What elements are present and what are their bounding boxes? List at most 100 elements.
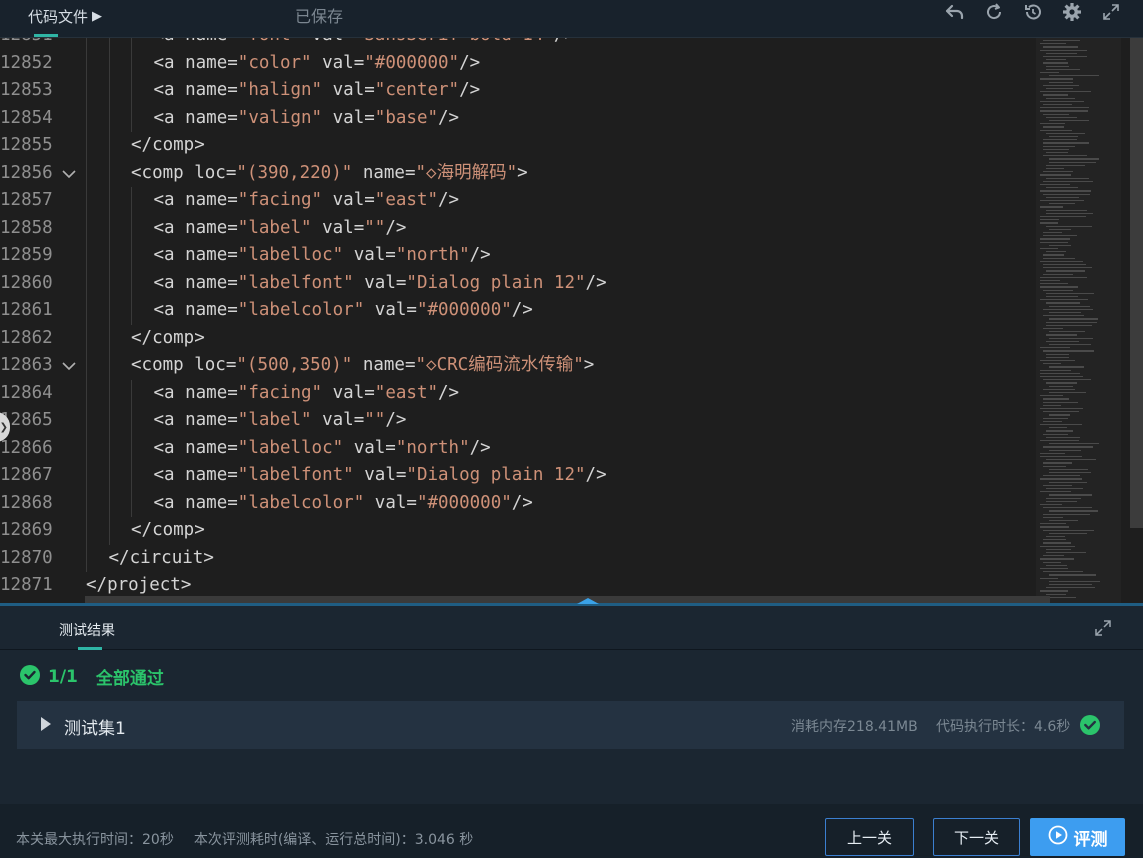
minimap-line (1049, 75, 1099, 77)
code-line[interactable]: 12862 </comp> (0, 324, 1030, 352)
minimap-line (1040, 107, 1089, 109)
refresh-icon[interactable] (984, 2, 1004, 22)
minimap-line (1046, 500, 1077, 502)
minimap-line (1040, 216, 1086, 218)
code-token: /> (469, 437, 491, 458)
minimap[interactable] (1036, 38, 1121, 604)
minimap-line (1040, 190, 1091, 192)
minimap-line (1049, 481, 1087, 483)
line-number: 12854 (0, 107, 53, 128)
minimap-line (1046, 382, 1077, 384)
code-token: /> (459, 80, 481, 100)
minimap-line (1043, 475, 1080, 477)
code-line[interactable]: 12869 </comp> (0, 517, 1030, 545)
code-token: val= (332, 107, 375, 128)
expand-icon[interactable] (1093, 618, 1113, 638)
test-set-row[interactable]: 测试集1 消耗内存218.41MB 代码执行时长：4.6秒 (17, 701, 1124, 749)
minimap-line (1049, 305, 1090, 307)
code-line[interactable]: 12853 <a name="halign" val="center"/> (0, 77, 1030, 105)
indent-guide (108, 214, 110, 242)
code-file-tab[interactable]: 代码文件 ▶ (28, 4, 102, 28)
code-line[interactable]: 12865 <a name="label" val=""/> (0, 407, 1030, 435)
code-token: loc= (194, 355, 237, 375)
gear-icon[interactable] (1062, 2, 1082, 22)
minimap-line (1046, 251, 1066, 253)
line-number: 12862 (0, 327, 53, 348)
minimap-line (1040, 523, 1066, 525)
line-number: 12871 (0, 575, 53, 595)
minimap-line (1049, 443, 1099, 445)
code-line[interactable]: 12861 <a name="labelcolor" val="#000000"/… (0, 297, 1030, 325)
code-line[interactable]: 12863 <comp loc="(500,350)" name="◇CRC编码流… (0, 352, 1030, 380)
minimap-line (1040, 424, 1082, 426)
code-token: loc= (194, 162, 237, 183)
code-token: </comp> (131, 520, 205, 540)
undo-icon[interactable] (945, 2, 965, 22)
fullscreen-icon[interactable] (1101, 2, 1121, 22)
code-line[interactable]: 12868 <a name="labelcolor" val="#000000"/… (0, 489, 1030, 517)
code-token: "labelcolor" (237, 300, 365, 320)
horizontal-scrollbar[interactable] (85, 596, 1050, 603)
minimap-line (1046, 340, 1079, 342)
minimap-line (1049, 468, 1088, 470)
code-token: val= (374, 300, 417, 320)
code-line[interactable]: 12854 <a name="valign" val="base"/> (0, 104, 1030, 132)
minimap-line (1043, 417, 1068, 419)
minimap-line (1043, 139, 1077, 141)
code-line[interactable]: 12859 <a name="labelloc" val="north"/> (0, 242, 1030, 270)
code-file-tab-label: 代码文件 (28, 7, 89, 26)
minimap-line (1043, 254, 1064, 256)
history-icon[interactable] (1023, 2, 1043, 22)
code-text: </comp> (131, 517, 205, 545)
expand-arrow-icon[interactable] (41, 717, 51, 731)
code-token: <a (153, 300, 186, 320)
line-number: 12866 (0, 437, 53, 458)
code-line[interactable]: 12866 <a name="labelloc" val="north"/> (0, 434, 1030, 462)
code-token: name= (185, 492, 238, 513)
results-tabbar: 测试结果 (0, 606, 1143, 650)
tab-test-results[interactable]: 测试结果 (59, 620, 115, 640)
code-line[interactable]: 12851 <a name="font" val="SansSerif bold … (0, 38, 1030, 50)
evaluate-button[interactable]: 评测 (1030, 818, 1125, 856)
minimap-line (1040, 219, 1059, 221)
code-line[interactable]: 12864 <a name="facing" val="east"/> (0, 379, 1030, 407)
code-line[interactable]: 12855 </comp> (0, 132, 1030, 160)
indent-guide (108, 462, 110, 490)
vertical-scrollbar-thumb[interactable] (1130, 38, 1143, 528)
minimap-line (1043, 446, 1093, 448)
indent-guide (86, 104, 87, 132)
code-token: name= (185, 190, 238, 210)
minimap-line (1046, 436, 1080, 438)
code-line[interactable]: 12870 </circuit> (0, 544, 1030, 572)
minimap-line (1049, 81, 1073, 83)
code-line[interactable]: 12856 <comp loc="(390,220)" name="◇海明解码"> (0, 159, 1030, 187)
code-token: /> (438, 382, 460, 403)
code-line[interactable]: 12858 <a name="label" val=""/> (0, 214, 1030, 242)
code-token: "(390,220)" (236, 162, 353, 183)
line-number: 12851 (0, 38, 58, 50)
minimap-line (1049, 427, 1067, 429)
code-token: name= (362, 162, 416, 183)
code-lines[interactable]: 12851<a name="font" val="SansSerif bold … (0, 38, 1030, 600)
minimap-line (1046, 225, 1092, 227)
code-line[interactable]: 12857 <a name="facing" val="east"/> (0, 187, 1030, 215)
indent-guide (131, 379, 132, 407)
code-line[interactable]: 12860 <a name="labelfont" val="Dialog pla… (0, 269, 1030, 297)
code-editor[interactable]: 12851<a name="font" val="SansSerif bold … (0, 38, 1143, 604)
minimap-line (1043, 484, 1072, 486)
code-token: "label" (237, 410, 312, 430)
minimap-line (1043, 155, 1087, 157)
prev-level-button[interactable]: 上一关 (825, 818, 914, 856)
code-token: /> (385, 217, 407, 238)
indent-guide (86, 38, 87, 50)
code-line[interactable]: 12867 <a name="labelfont" val="Dialog pla… (0, 462, 1030, 490)
next-level-button[interactable]: 下一关 (933, 818, 1020, 856)
minimap-line (1049, 344, 1091, 346)
minimap-line (1046, 430, 1073, 432)
indent-guide (131, 38, 132, 50)
check-circle-icon (1079, 714, 1101, 736)
indent-guide (108, 242, 110, 270)
code-line[interactable]: 12852 <a name="color" val="#000000"/> (0, 49, 1030, 77)
code-token: val= (364, 465, 407, 485)
